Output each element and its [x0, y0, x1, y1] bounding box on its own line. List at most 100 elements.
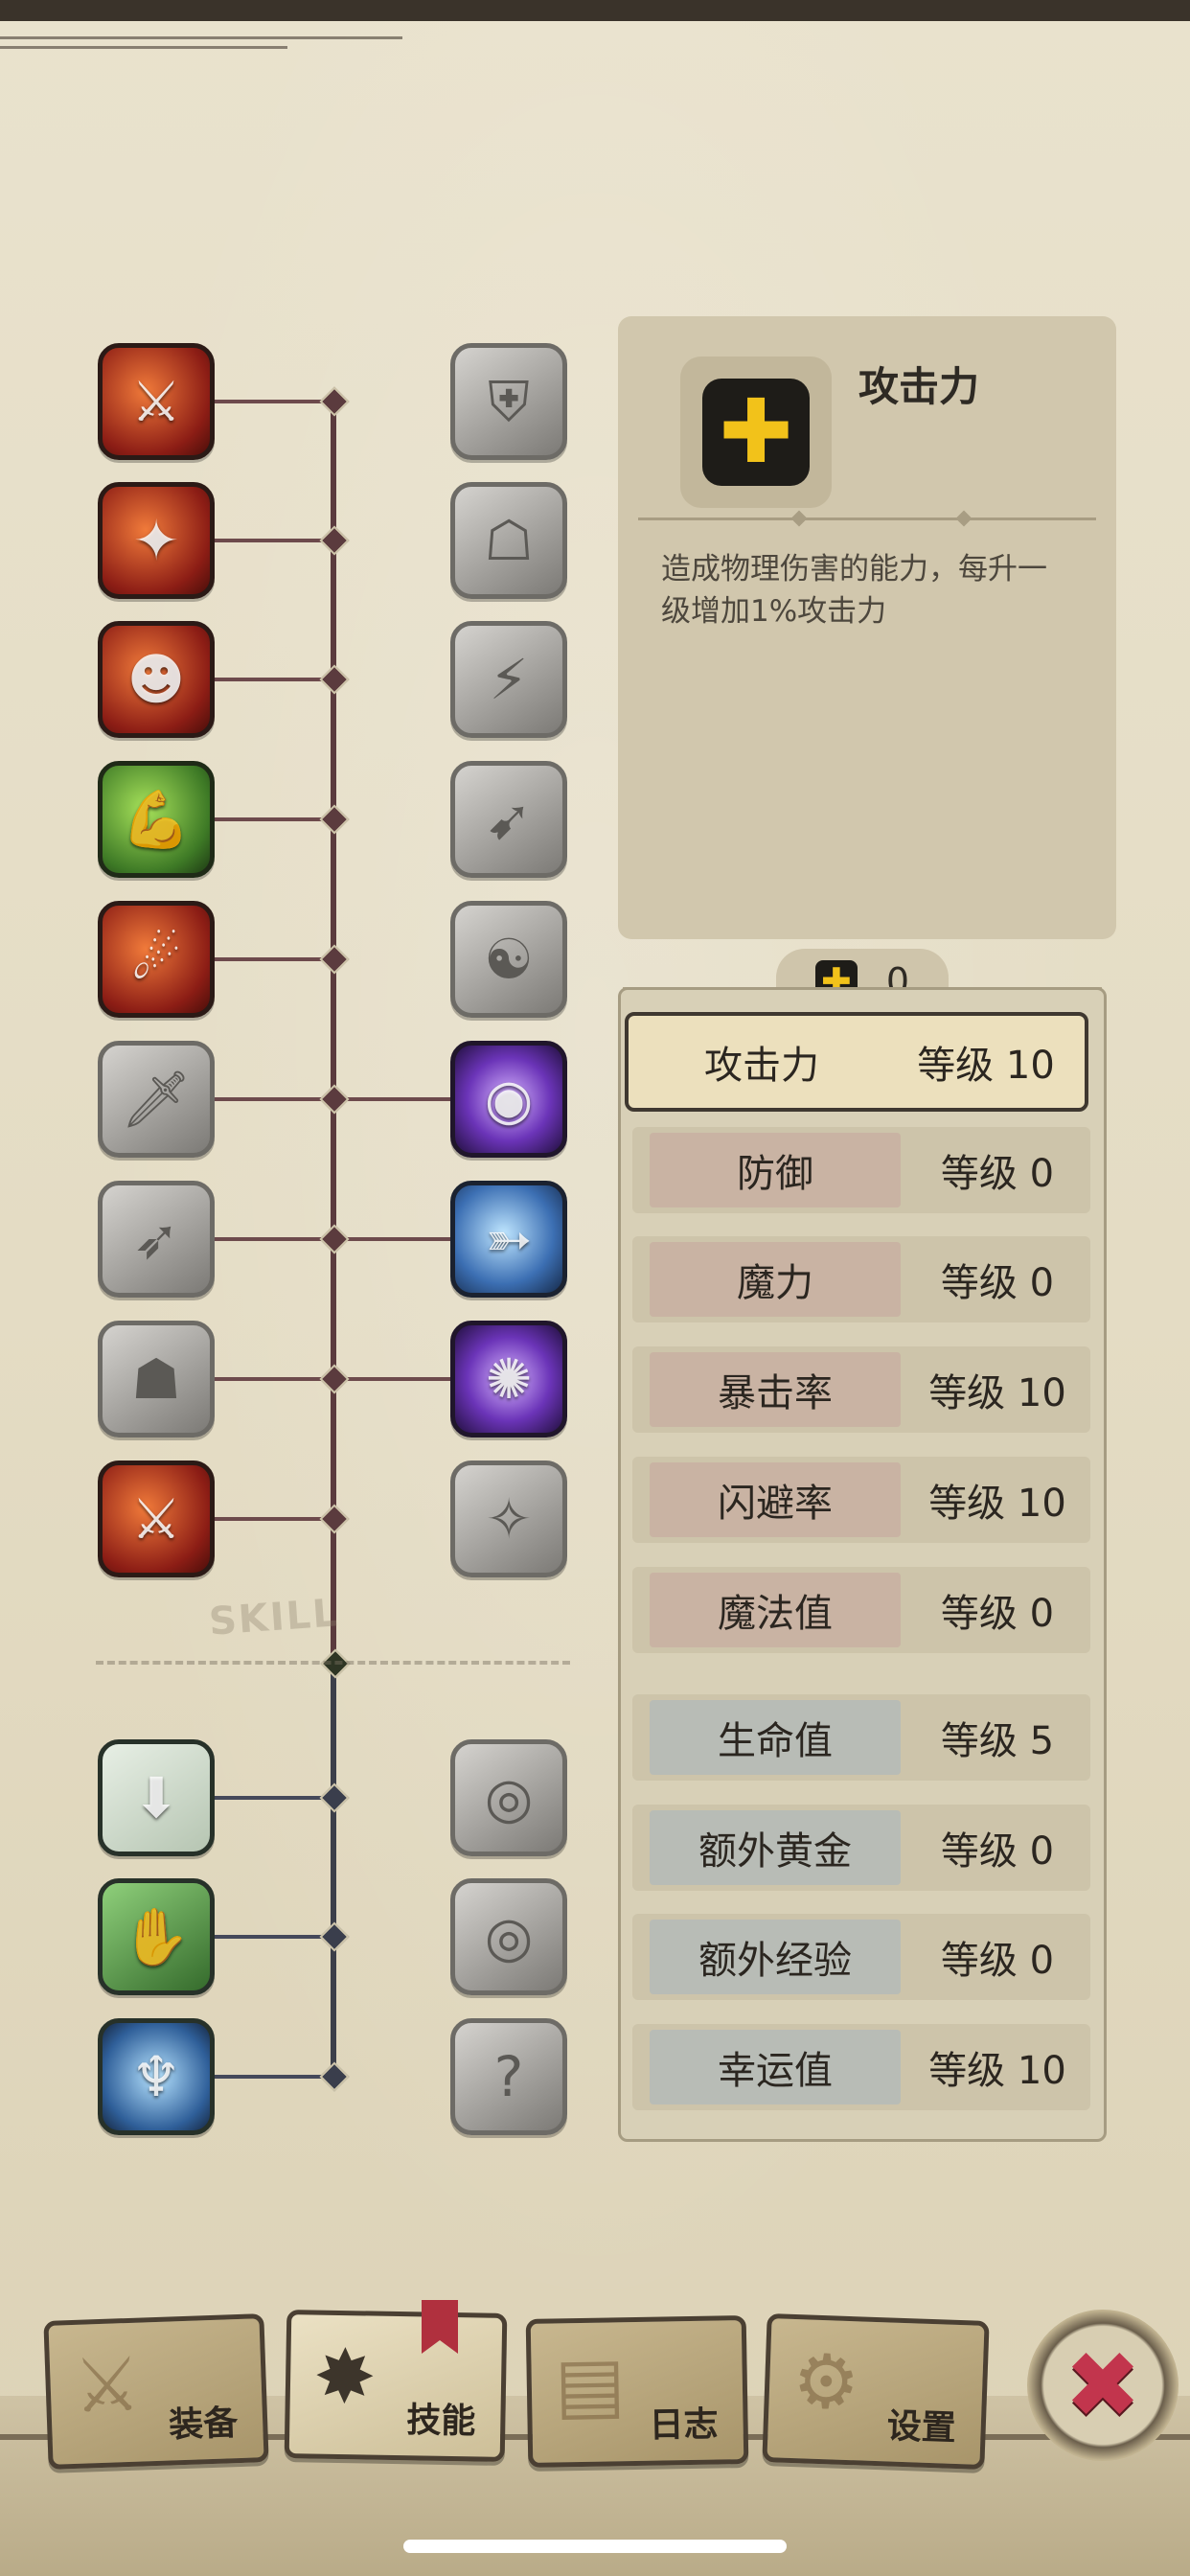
stat-name: 魔法值: [650, 1573, 901, 1647]
plus-icon: ✚: [702, 379, 810, 486]
stat-level: 等级 0: [940, 1152, 1055, 1196]
nav-settings-button[interactable]: ⚙ 设置: [762, 2312, 990, 2471]
skill-slot[interactable]: ⚔: [98, 1460, 215, 1577]
scribble-line: [0, 36, 402, 39]
gold-chest-icon: ✋: [121, 1903, 192, 1969]
nav-skills-button[interactable]: ✸ 技能: [284, 2310, 508, 2462]
stat-level: 等级 10: [928, 1371, 1066, 1415]
tree-branch: [207, 1796, 333, 1800]
skill-slot[interactable]: ◎: [450, 1878, 567, 1995]
info-title: 攻击力: [858, 363, 980, 410]
nav-equipment-button[interactable]: ⚔ 装备: [43, 2313, 269, 2470]
dagger-icon: 🗡: [121, 1066, 192, 1132]
skill-slot[interactable]: ☯: [450, 901, 567, 1018]
tree-branch: [207, 400, 333, 403]
skill-slot[interactable]: ?: [450, 2018, 567, 2135]
skill-slot[interactable]: ☗: [98, 1321, 215, 1438]
meditate-icon: ☯: [484, 927, 534, 992]
stat-name: 额外经验: [650, 1920, 901, 1994]
stat-name: 生命值: [650, 1700, 901, 1775]
shield-icon: ⛨: [488, 368, 530, 434]
journal-icon: ▤: [554, 2341, 627, 2429]
treasure-drop-icon: ⬇: [132, 1765, 180, 1830]
nav-skills-label: 技能: [405, 2401, 476, 2442]
stat-name: 幸运值: [650, 2030, 901, 2104]
stat-row[interactable]: 额外黄金 等级 0: [632, 1805, 1090, 1891]
skill-section-label: SKILL: [207, 1591, 341, 1644]
tree-branch: [207, 1517, 333, 1521]
skill-emblem-icon: ✸: [312, 2334, 378, 2422]
blade-slash-icon: ⚔: [131, 369, 181, 434]
stat-level: 等级 5: [940, 1719, 1055, 1763]
stat-level: 等级 0: [940, 1592, 1055, 1636]
rock-golem-icon: ☗: [131, 1346, 181, 1412]
skill-slot[interactable]: ☖: [450, 482, 567, 599]
skill-slot[interactable]: ➶: [98, 1181, 215, 1298]
sparkle-spirit-icon: ✧: [485, 1486, 533, 1552]
stat-name: 攻击力: [704, 1044, 819, 1088]
nav-journal-button[interactable]: ▤ 日志: [525, 2315, 749, 2468]
tree-branch: [207, 1935, 333, 1939]
skill-slot[interactable]: ✧: [450, 1460, 567, 1577]
skill-slot[interactable]: ◎: [450, 1739, 567, 1856]
skill-slot[interactable]: ✋: [98, 1878, 215, 1995]
stat-name: 暴击率: [650, 1352, 901, 1427]
dash-icon: ➶: [132, 1207, 180, 1272]
torn-top-edge: [0, 0, 1190, 21]
tree-trunk-upper: [331, 402, 336, 1663]
skill-slot[interactable]: ⚡: [450, 621, 567, 738]
nav-settings-label: 设置: [886, 2406, 957, 2449]
skill-slot[interactable]: ☄: [98, 901, 215, 1018]
dark-orb-icon: ✺: [485, 1346, 533, 1412]
stat-level: 等级 10: [928, 2049, 1066, 2093]
skill-slot[interactable]: ➹: [450, 761, 567, 878]
skill-slot[interactable]: ⬇: [98, 1739, 215, 1856]
fire-strike-icon: ✦: [132, 508, 180, 573]
stat-level: 等级 10: [928, 1482, 1066, 1526]
tree-branch: [207, 817, 333, 821]
skill-slot[interactable]: ✺: [450, 1321, 567, 1438]
stat-name: 魔力: [650, 1242, 901, 1317]
scribble-line: [0, 46, 287, 49]
skill-slot[interactable]: ☻: [98, 621, 215, 738]
muscle-arm-icon: 💪: [121, 786, 192, 852]
spirit-aura-icon: ♆: [131, 2044, 181, 2109]
skill-slot[interactable]: ✦: [98, 482, 215, 599]
stat-row[interactable]: 魔力 等级 0: [632, 1236, 1090, 1322]
speed-run-icon: ➹: [485, 787, 533, 852]
close-button[interactable]: ✖: [1027, 2310, 1179, 2461]
rage-scream-icon: ☻: [126, 647, 186, 712]
skill-slot[interactable]: ◉: [450, 1041, 567, 1158]
stat-level: 等级 0: [940, 1829, 1055, 1874]
skill-slot[interactable]: ➳: [450, 1181, 567, 1298]
stat-row[interactable]: 攻击力 等级 10: [625, 1012, 1088, 1112]
mystery-figure-icon: ?: [493, 2044, 524, 2109]
nav-equipment-label: 装备: [168, 2404, 239, 2446]
eye-chest-icon: ◎: [484, 1765, 534, 1830]
skill-slot[interactable]: ⚔: [98, 343, 215, 460]
stat-row[interactable]: 额外经验 等级 0: [632, 1914, 1090, 2000]
axe-icon: ⚔: [72, 2341, 143, 2430]
stat-row[interactable]: 魔法值 等级 0: [632, 1567, 1090, 1653]
skill-slot[interactable]: ⛨: [450, 343, 567, 460]
stat-row[interactable]: 闪避率 等级 10: [632, 1457, 1090, 1543]
stat-row[interactable]: 生命值 等级 5: [632, 1694, 1090, 1781]
skill-slot[interactable]: 🗡: [98, 1041, 215, 1158]
home-indicator[interactable]: [403, 2540, 787, 2553]
eye-box-icon: ◎: [484, 1904, 534, 1969]
tree-branch: [207, 1097, 333, 1101]
spin-attack-icon: ☄: [131, 927, 181, 992]
stat-row[interactable]: 防御 等级 0: [632, 1127, 1090, 1213]
tree-branch: [333, 1237, 450, 1241]
crossed-swords-icon: ⚔: [131, 1486, 181, 1552]
stat-name: 闪避率: [650, 1462, 901, 1537]
tree-branch: [207, 1377, 333, 1381]
stat-row[interactable]: 暴击率 等级 10: [632, 1346, 1090, 1433]
skill-slot[interactable]: ♆: [98, 2018, 215, 2135]
stat-row[interactable]: 幸运值 等级 10: [632, 2024, 1090, 2110]
stat-name: 额外黄金: [650, 1810, 901, 1885]
lightning-icon: ⚡: [489, 647, 529, 712]
tree-branch: [333, 1097, 450, 1101]
section-divider: [96, 1661, 570, 1665]
skill-slot[interactable]: 💪: [98, 761, 215, 878]
